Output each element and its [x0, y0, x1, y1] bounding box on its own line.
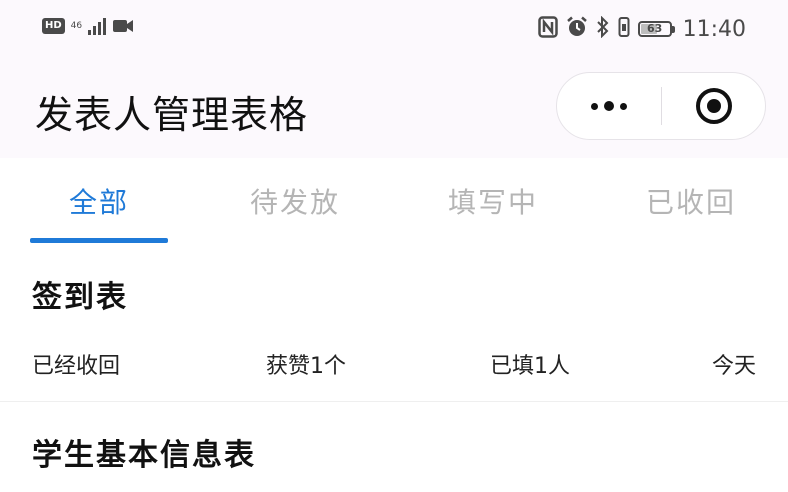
network-type-label: 46: [70, 20, 83, 31]
form-status: 已经收回: [32, 354, 121, 379]
network-type: 46: [70, 20, 83, 31]
tab-filling[interactable]: 填写中: [424, 158, 562, 244]
bluetooth-icon: [596, 15, 610, 42]
vibrate-icon: [618, 16, 630, 42]
status-time: 11:40: [682, 16, 746, 42]
nav-bar: 发表人管理表格: [0, 58, 788, 158]
tab-label: 全部: [68, 186, 129, 219]
page-title: 发表人管理表格: [35, 93, 309, 137]
alarm-icon: [566, 16, 588, 42]
form-likes: 获赞1个: [266, 354, 346, 379]
mini-program-capsule: [556, 72, 766, 140]
nfc-icon: [537, 16, 558, 42]
form-list: 签到表 已经收回 获赞1个 已填1人 今天 学生基本信息表: [0, 244, 788, 492]
list-item[interactable]: 学生基本信息表: [0, 402, 788, 492]
hd-badge: HD: [42, 18, 65, 34]
status-bar: HD 46 63 11:40: [0, 0, 788, 58]
close-button[interactable]: [662, 73, 765, 139]
list-item[interactable]: 签到表 已经收回 获赞1个 已填1人 今天: [0, 244, 788, 402]
target-close-icon: [695, 88, 732, 124]
tab-pending[interactable]: 待发放: [226, 158, 364, 244]
status-bar-right: 63 11:40: [537, 15, 746, 42]
status-bar-left: HD 46: [42, 17, 134, 35]
tab-label: 已收回: [645, 186, 736, 219]
tab-all[interactable]: 全部: [30, 158, 168, 244]
form-title: 学生基本信息表: [32, 438, 256, 473]
battery-icon: 63: [637, 21, 675, 37]
more-dots-icon: [591, 101, 627, 111]
video-call-icon: [112, 18, 134, 34]
form-title: 签到表: [32, 280, 128, 315]
tab-label: 填写中: [447, 186, 538, 219]
battery-level: 63: [646, 22, 663, 35]
signal-icon: [88, 17, 107, 35]
tab-collected[interactable]: 已收回: [622, 158, 760, 244]
tab-bar: 全部 待发放 填写中 已收回: [0, 158, 788, 245]
form-filled-count: 已填1人: [490, 354, 570, 379]
more-button[interactable]: [557, 73, 661, 139]
form-date: 今天: [712, 354, 757, 379]
active-tab-indicator: [30, 238, 168, 243]
tab-label: 待发放: [249, 186, 340, 219]
